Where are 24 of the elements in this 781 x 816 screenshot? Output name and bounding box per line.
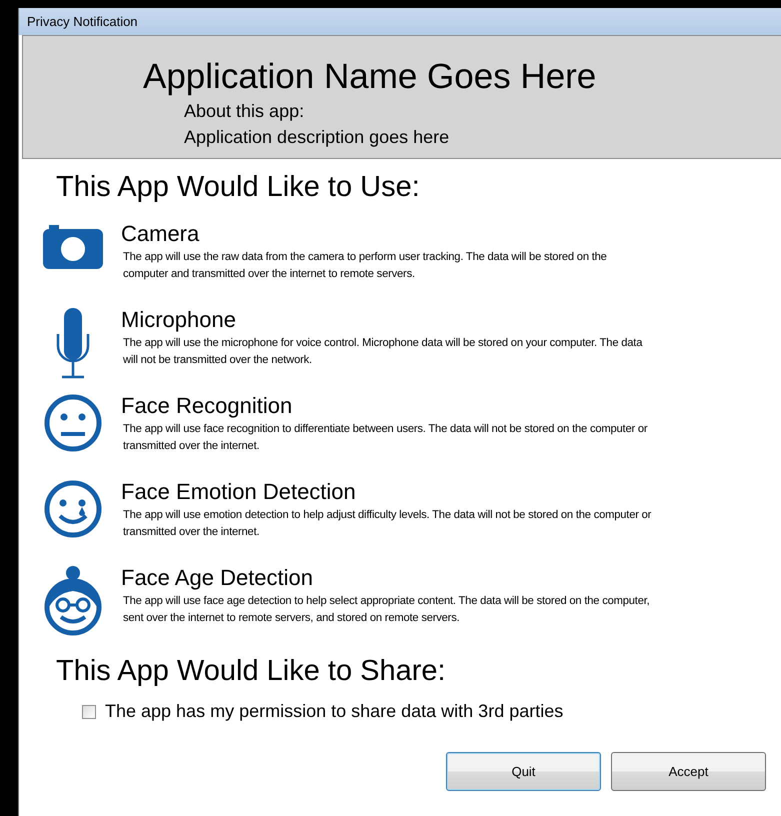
about-label: About this app:	[184, 100, 306, 123]
app-name: Application Name Goes Here	[143, 56, 598, 98]
permission-title: Face Age Detection	[121, 565, 314, 591]
permission-description: The app will use face age detection to help select appropriate content. The data will be stored on the computer, sent over the internet to remote servers, and stored on remote servers.	[123, 594, 651, 626]
dialog-button[interactable]: Accept	[611, 752, 766, 791]
permission-title: Face Emotion Detection	[121, 479, 357, 505]
permission-description: The app will use face recognition to differentiate between users. The data will not be stored on the computer or transmitted over the internet.	[123, 422, 648, 454]
section-heading: This App Would Like to Use:	[56, 170, 421, 205]
permission-description: The app will use the microphone for voice control. Microphone data will be stored on your computer. The data will not be transmitted over the network.	[123, 336, 644, 368]
neutral-face-icon	[43, 393, 103, 453]
microphone-icon	[56, 307, 90, 379]
permission-description: The app will use the raw data from the camera to perform user tracking. The data will be stored on the computer and transmitted over the internet to remote servers.	[123, 250, 608, 282]
permission-title: Face Recognition	[121, 393, 294, 419]
checkbox-label: The app has my permission to share data with 3rd parties	[105, 701, 564, 722]
permission-title: Camera	[121, 221, 200, 247]
face-with-glasses-icon	[43, 565, 103, 637]
permission-description: The app will use emotion detection to help adjust difficulty levels. The data will not be stored on the computer or transmitted over the internet.	[123, 508, 652, 540]
app-description: Application description goes here	[184, 126, 450, 149]
dialog-button[interactable]: Quit	[446, 752, 601, 791]
permission-title: Microphone	[121, 307, 237, 333]
checkbox[interactable]	[82, 704, 96, 718]
section-heading: This App Would Like to Share:	[56, 654, 447, 689]
face-with-tear-icon	[43, 479, 103, 539]
window-title: Privacy Notification	[27, 14, 138, 29]
